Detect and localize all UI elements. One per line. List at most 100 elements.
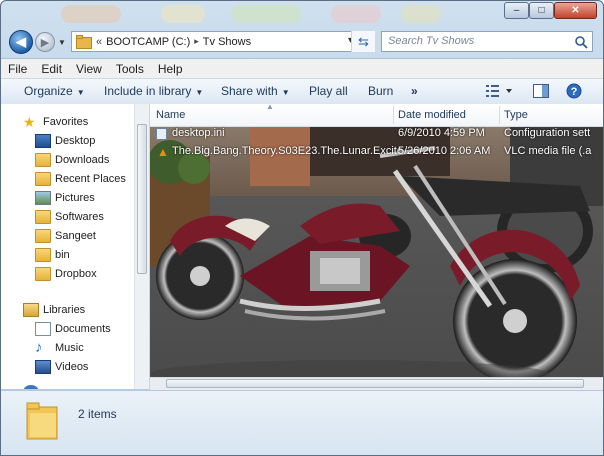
burn-button[interactable]: Burn [368, 84, 393, 98]
documents-icon [35, 322, 51, 336]
scrollbar-thumb[interactable] [166, 379, 584, 388]
libraries-header[interactable]: Libraries [23, 301, 85, 319]
organize-label: Organize [24, 84, 73, 98]
refresh-button[interactable]: ⇆ [351, 31, 375, 52]
share-with-button[interactable]: Share with ▼ [221, 84, 290, 98]
ini-file-icon [156, 128, 167, 140]
sidebar-label: Documents [55, 323, 111, 335]
videos-icon [35, 360, 51, 374]
star-icon: ★ [23, 114, 36, 130]
downloads-folder-icon [35, 153, 51, 167]
sidebar-item-recent-places[interactable]: Recent Places [35, 170, 126, 188]
address-crumb-folder[interactable]: Tv Shows [203, 36, 251, 48]
maximize-button[interactable]: □ [529, 2, 554, 19]
file-type: Configuration sett [504, 127, 591, 139]
command-bar: Organize ▼ Include in library ▼ Share with… [1, 78, 603, 105]
chevron-down-icon: ▼ [76, 88, 85, 97]
share-label: Share with [221, 84, 278, 98]
menu-file[interactable]: File [1, 62, 34, 76]
address-overflow[interactable]: « [96, 36, 102, 48]
navigation-scrollbar[interactable] [134, 104, 149, 389]
sidebar-item-music[interactable]: ♪ Music [35, 339, 84, 357]
music-icon: ♪ [35, 339, 43, 356]
folder-icon [35, 248, 51, 262]
column-header-type[interactable]: Type [504, 109, 528, 121]
menu-tools[interactable]: Tools [109, 62, 151, 76]
sidebar-item-bin[interactable]: bin [35, 246, 70, 264]
menu-bar: File Edit View Tools Help [1, 58, 603, 79]
file-row[interactable]: ▲ The.Big.Bang.Theory.S03E23.The.Lunar.E… [150, 144, 603, 160]
sidebar-item-sangeet[interactable]: Sangeet [35, 227, 96, 245]
recent-pages-dropdown[interactable]: ▼ [58, 38, 66, 47]
favorites-title: Favorites [43, 116, 89, 128]
item-count: 2 items [78, 407, 117, 421]
sidebar-label: Pictures [55, 192, 95, 204]
sidebar-item-pictures[interactable]: Pictures [35, 189, 95, 207]
view-options-icon[interactable] [485, 83, 515, 99]
preview-pane-icon[interactable] [533, 84, 549, 98]
recent-places-icon [35, 172, 51, 186]
navigation-bar: ◀ ▶ ▼ « BOOTCAMP (C:) ▸ Tv Shows ▾ ⇆ Sea… [7, 29, 599, 55]
address-crumb-drive[interactable]: BOOTCAMP (C:) [106, 36, 190, 48]
search-icon[interactable] [574, 35, 588, 49]
menu-view[interactable]: View [69, 62, 109, 76]
play-all-button[interactable]: Play all [309, 84, 348, 98]
menu-help[interactable]: Help [151, 62, 190, 76]
desktop-icon [35, 134, 51, 148]
forward-arrow-icon: ▶ [40, 36, 50, 49]
menu-edit[interactable]: Edit [34, 62, 69, 76]
background-photo [150, 126, 603, 389]
sidebar-label: Desktop [55, 135, 96, 147]
chevron-down-icon: ▼ [281, 88, 290, 97]
sidebar-label: bin [55, 249, 70, 261]
file-list: Name ▲ Date modified Type desktop.ini 6/… [150, 104, 603, 389]
dropbox-folder-icon [35, 267, 51, 281]
organize-button[interactable]: Organize ▼ [24, 84, 85, 98]
sidebar-item-downloads[interactable]: Downloads [35, 151, 109, 169]
details-pane: 2 items [1, 390, 603, 455]
back-arrow-icon: ◀ [16, 34, 26, 49]
column-header-name[interactable]: Name [156, 109, 185, 121]
explorer-window: – □ ✕ ◀ ▶ ▼ « BOOTCAMP (C:) ▸ Tv Shows ▾… [0, 0, 604, 456]
file-date: 6/9/2010 4:59 PM [398, 127, 485, 139]
more-commands-button[interactable]: » [411, 84, 418, 98]
sidebar-item-documents[interactable]: Documents [35, 320, 111, 338]
column-headers: Name ▲ Date modified Type [150, 104, 603, 127]
address-separator[interactable]: ▸ [194, 36, 199, 47]
folder-icon [35, 210, 51, 224]
navigation-pane: ★ Favorites Desktop Downloads Recent Pla… [1, 104, 150, 389]
libraries-icon [23, 303, 39, 317]
libraries-title: Libraries [43, 304, 86, 316]
minimize-button[interactable]: – [504, 2, 529, 19]
close-button[interactable]: ✕ [554, 2, 597, 19]
column-header-date[interactable]: Date modified [398, 109, 466, 121]
sidebar-label: Music [55, 342, 84, 354]
address-bar[interactable]: « BOOTCAMP (C:) ▸ Tv Shows ▾ [71, 31, 375, 52]
file-name: The.Big.Bang.Theory.S03E23.The.Lunar.Exc… [172, 145, 413, 157]
sidebar-item-desktop[interactable]: Desktop [35, 132, 95, 150]
sidebar-item-videos[interactable]: Videos [35, 358, 88, 376]
sidebar-item-dropbox[interactable]: Dropbox [35, 265, 97, 283]
folder-icon [35, 229, 51, 243]
include-in-library-button[interactable]: Include in library ▼ [104, 84, 203, 98]
sidebar-label: Recent Places [55, 173, 126, 185]
sidebar-label: Dropbox [55, 268, 97, 280]
horizontal-scrollbar[interactable] [150, 377, 603, 390]
sidebar-item-softwares[interactable]: Softwares [35, 208, 104, 226]
title-bar[interactable]: – □ ✕ [1, 1, 603, 27]
favorites-header[interactable]: ★ Favorites [23, 113, 88, 131]
back-button[interactable]: ◀ [9, 30, 33, 54]
search-box[interactable]: Search Tv Shows [381, 31, 593, 52]
forward-button[interactable]: ▶ [35, 32, 55, 52]
search-input[interactable]: Search Tv Shows [388, 35, 474, 47]
help-icon[interactable]: ? [566, 83, 582, 99]
sidebar-label: Softwares [55, 211, 104, 223]
scrollbar-thumb[interactable] [137, 124, 147, 274]
include-label: Include in library [104, 84, 192, 98]
sidebar-label: Videos [55, 361, 89, 373]
sidebar-item-homegroup[interactable] [23, 383, 43, 389]
chevron-down-icon: ▼ [195, 88, 204, 97]
vlc-cone-icon: ▲ [157, 145, 169, 159]
file-row[interactable]: desktop.ini 6/9/2010 4:59 PM Configurati… [150, 126, 603, 142]
refresh-icon: ⇆ [358, 33, 369, 49]
